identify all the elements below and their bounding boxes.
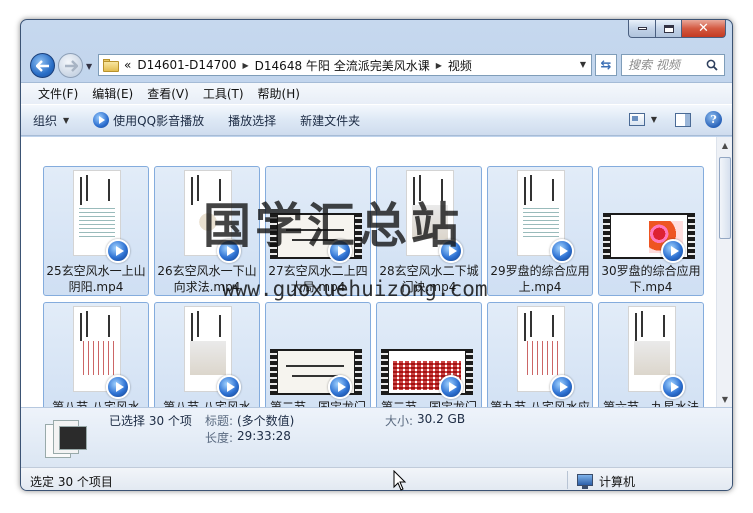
scroll-thumb[interactable] <box>719 157 731 239</box>
file-name: 29罗盘的综合应用上.mp4 <box>490 264 590 294</box>
computer-icon <box>577 474 593 489</box>
vertical-scrollbar[interactable]: ▲ ▼ <box>716 137 732 407</box>
address-bar[interactable]: « D14601-D14700 ▶ D14648 午阳 全流派完美风水课 ▶ 视… <box>98 54 592 76</box>
file-tile[interactable]: 29罗盘的综合应用上.mp4 <box>487 166 593 296</box>
qq-player-badge-icon <box>217 375 241 399</box>
details-pane: 已选择 30 个项 标题: (多个数值) 大小: 30.2 GB 长度: 29:… <box>21 407 732 467</box>
command-bar: 组织 ▼ 使用QQ影音播放 播放选择 新建文件夹 ▼ ? <box>21 104 732 136</box>
play-with-qq-button[interactable]: 使用QQ影音播放 <box>93 112 204 129</box>
menu-bar: 文件(F) 编辑(E) 查看(V) 工具(T) 帮助(H) <box>21 82 732 104</box>
qq-player-badge-icon <box>661 239 685 263</box>
file-name: 30罗盘的综合应用下.mp4 <box>601 264 701 294</box>
file-tile[interactable]: 30罗盘的综合应用下.mp4 <box>598 166 704 296</box>
organize-label: 组织 <box>33 113 58 128</box>
qq-player-badge-icon <box>328 375 352 399</box>
close-icon: ✕ <box>698 21 709 36</box>
close-button[interactable]: ✕ <box>682 20 726 38</box>
size-key: 大小: <box>385 414 414 428</box>
watermark-title: 国学汇总站 <box>203 198 464 254</box>
minimize-icon <box>637 27 647 30</box>
length-value: 29:33:28 <box>237 429 291 443</box>
selected-count: 已选择 30 个项 <box>109 414 192 428</box>
breadcrumb-item[interactable]: D14648 午阳 全流派完美风水课 <box>252 57 433 74</box>
search-box <box>621 54 725 76</box>
qq-player-badge-icon <box>550 375 574 399</box>
file-name: 25玄空风水一上山阴阳.mp4 <box>46 264 146 294</box>
arrow-left-icon <box>35 59 49 72</box>
back-button[interactable] <box>30 53 55 78</box>
chevron-down-icon: ▼ <box>63 115 70 125</box>
multiple-files-icon <box>45 414 87 462</box>
command-bar-right: ▼ ? <box>628 111 722 128</box>
mouse-cursor-icon <box>393 470 407 491</box>
preview-pane-icon[interactable] <box>675 112 691 127</box>
play-selection-label: 播放选择 <box>228 113 277 128</box>
qq-player-badge-icon <box>550 239 574 263</box>
breadcrumb-item[interactable]: D14601-D14700 <box>134 58 239 72</box>
search-input[interactable] <box>628 58 706 72</box>
view-options-chevron-icon[interactable]: ▼ <box>651 115 657 124</box>
qq-player-icon <box>93 112 110 128</box>
watermark-url: www.guoxuehuizong.com <box>222 277 488 301</box>
refresh-button[interactable]: ⇆ <box>595 54 617 76</box>
organize-button[interactable]: 组织 ▼ <box>33 112 69 129</box>
change-view-icon[interactable] <box>628 113 645 126</box>
help-icon[interactable]: ? <box>705 111 722 128</box>
forward-button[interactable] <box>58 53 83 78</box>
play-with-qq-label: 使用QQ影音播放 <box>113 113 205 128</box>
search-icon[interactable] <box>706 59 718 71</box>
qq-player-badge-icon <box>106 239 130 263</box>
length-key: 长度: <box>205 431 234 445</box>
folder-icon <box>103 58 121 72</box>
size-value: 30.2 GB <box>417 412 466 426</box>
caption-buttons: ✕ <box>628 20 726 38</box>
qq-player-badge-icon <box>439 375 463 399</box>
maximize-button[interactable] <box>656 20 682 38</box>
breadcrumb-item[interactable]: 视频 <box>445 57 475 74</box>
breadcrumb-separator-icon[interactable]: ▶ <box>240 61 252 70</box>
status-divider <box>567 471 568 489</box>
address-overflow[interactable]: « <box>121 58 134 72</box>
menu-edit[interactable]: 编辑(E) <box>85 85 140 102</box>
menu-help[interactable]: 帮助(H) <box>251 85 307 102</box>
maximize-icon <box>663 24 674 33</box>
recent-pages-dropdown[interactable]: ▼ <box>86 62 92 71</box>
menu-file[interactable]: 文件(F) <box>31 85 85 102</box>
file-tile[interactable]: 25玄空风水一上山阴阳.mp4 <box>43 166 149 296</box>
title-value: (多个数值) <box>237 414 295 428</box>
new-folder-button[interactable]: 新建文件夹 <box>300 112 360 129</box>
menu-tools[interactable]: 工具(T) <box>196 85 251 102</box>
scroll-down-icon[interactable]: ▼ <box>717 391 732 407</box>
qq-player-badge-icon <box>106 375 130 399</box>
arrow-right-icon <box>64 59 78 72</box>
refresh-icon: ⇆ <box>600 57 612 73</box>
play-selection-button[interactable]: 播放选择 <box>228 112 276 129</box>
qq-player-badge-icon <box>661 375 685 399</box>
navigation-row: ▼ « D14601-D14700 ▶ D14648 午阳 全流派完美风水课 ▶… <box>21 48 732 82</box>
new-folder-label: 新建文件夹 <box>300 113 361 128</box>
status-location-text: 计算机 <box>599 475 636 489</box>
menu-view[interactable]: 查看(V) <box>140 85 196 102</box>
title-key: 标题: <box>205 414 234 428</box>
status-selection-text: 选定 30 个项目 <box>30 475 113 489</box>
minimize-button[interactable] <box>628 20 656 38</box>
file-grid: 25玄空风水一上山阴阳.mp4 26玄空风水一下山向求法.mp4 27玄空风水二上四… <box>21 137 718 432</box>
status-bar: 选定 30 个项目 计算机 <box>21 467 732 490</box>
breadcrumb-separator-icon[interactable]: ▶ <box>433 61 445 70</box>
address-dropdown-icon[interactable]: ▼ <box>580 60 586 69</box>
scroll-up-icon[interactable]: ▲ <box>717 137 732 153</box>
